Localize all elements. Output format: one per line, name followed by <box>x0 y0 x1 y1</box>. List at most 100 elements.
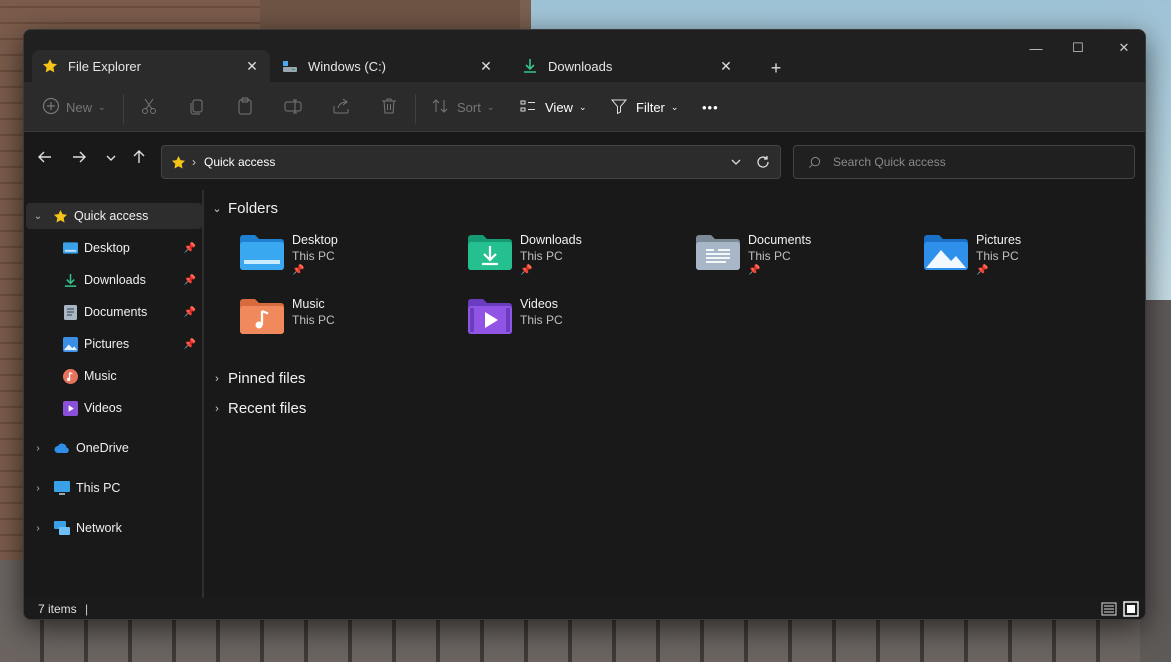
up-button[interactable] <box>126 145 152 173</box>
recent-files-section-header[interactable]: › Recent files <box>210 400 306 417</box>
desktop-folder-icon <box>62 240 78 256</box>
sidebar-item-label: Network <box>76 521 122 535</box>
pin-icon: 📌 <box>183 338 196 350</box>
filter-button[interactable]: Filter ⌄ <box>610 92 678 122</box>
sidebar-item-pictures[interactable]: Pictures 📌 <box>24 331 200 357</box>
view-icon <box>519 97 537 118</box>
maximize-button[interactable]: ☐ <box>1055 34 1101 62</box>
videos-icon <box>62 400 78 416</box>
tiles-view-icon <box>1123 601 1139 617</box>
sidebar-item-this-pc[interactable]: › This PC <box>24 475 200 501</box>
arrow-up-icon <box>131 149 147 169</box>
pinned-files-section-header[interactable]: › Pinned files <box>210 370 305 387</box>
sidebar-item-label: This PC <box>76 481 121 495</box>
sidebar-item-label: Desktop <box>84 241 130 255</box>
new-button[interactable]: New ⌄ <box>42 92 106 122</box>
close-tab-button[interactable]: ✕ <box>474 54 498 78</box>
back-button[interactable] <box>32 145 58 173</box>
desktop-folder-icon <box>240 232 286 272</box>
sidebar-item-label: Quick access <box>74 209 149 223</box>
details-view-button[interactable] <box>1101 601 1117 617</box>
navigation-pane: ⌄ Quick access Desktop 📌 Downloads 📌 Doc… <box>24 190 202 598</box>
plus-circle-icon <box>42 97 60 118</box>
chevron-down-icon[interactable]: ⌄ <box>32 211 44 222</box>
videos-folder-icon <box>468 296 514 336</box>
sort-button[interactable]: Sort ⌄ <box>431 92 494 122</box>
more-options-button[interactable]: ••• <box>702 92 719 122</box>
new-label: New <box>66 99 93 115</box>
chevron-right-icon: › <box>215 372 219 385</box>
tab-windows-c[interactable]: Windows (C:) ✕ <box>272 50 504 82</box>
title-bar: File Explorer ✕ Windows (C:) ✕ Downloads… <box>24 30 1145 82</box>
pin-icon: 📌 <box>183 274 196 286</box>
folder-tile-pictures[interactable]: Pictures This PC 📌 <box>924 232 1144 288</box>
pin-icon: 📌 <box>183 242 196 254</box>
sidebar-item-onedrive[interactable]: › OneDrive <box>24 435 200 461</box>
command-bar: New ⌄ Sort ⌄ View ⌄ Filter ⌄ ••• <box>24 82 1145 132</box>
folder-name: Desktop <box>292 233 338 247</box>
details-view-icon <box>1101 602 1117 616</box>
pictures-icon <box>62 336 78 352</box>
address-bar[interactable]: › Quick access <box>161 145 781 179</box>
sidebar-item-network[interactable]: › Network <box>24 515 200 541</box>
chevron-right-icon[interactable]: › <box>32 483 44 494</box>
folders-section-header[interactable]: ⌄ Folders <box>210 200 278 217</box>
breadcrumb-quick-access[interactable]: Quick access <box>204 155 730 169</box>
delete-button[interactable] <box>380 92 398 122</box>
sidebar-item-documents[interactable]: Documents 📌 <box>24 299 200 325</box>
tab-downloads[interactable]: Downloads ✕ <box>512 50 744 82</box>
paste-button[interactable] <box>236 92 254 122</box>
documents-folder-icon <box>696 232 742 272</box>
folder-location: This PC <box>292 313 335 327</box>
rename-button[interactable] <box>284 92 302 122</box>
chevron-right-icon[interactable]: › <box>32 523 44 534</box>
sidebar-item-downloads[interactable]: Downloads 📌 <box>24 267 200 293</box>
close-window-button[interactable]: ✕ <box>1101 34 1145 62</box>
pin-icon: 📌 <box>183 306 196 318</box>
folder-tile-documents[interactable]: Documents This PC 📌 <box>696 232 916 288</box>
sidebar-item-label: Music <box>84 369 117 383</box>
network-icon <box>54 520 70 536</box>
separator <box>123 94 124 124</box>
download-icon <box>62 272 78 288</box>
forward-button[interactable] <box>66 145 92 173</box>
tab-file-explorer[interactable]: File Explorer ✕ <box>32 50 270 82</box>
chevron-down-icon: ⌄ <box>98 101 106 112</box>
search-box[interactable]: Search Quick access <box>793 145 1135 179</box>
chevron-down-icon: ⌄ <box>486 101 495 112</box>
new-tab-button[interactable]: + <box>766 58 786 78</box>
minimize-button[interactable]: — <box>1013 34 1059 62</box>
cut-button[interactable] <box>140 92 158 122</box>
chevron-down-icon <box>105 151 117 168</box>
folder-tile-videos[interactable]: Videos This PC <box>468 296 688 352</box>
pictures-folder-icon <box>924 232 970 272</box>
address-history-dropdown[interactable] <box>730 156 742 168</box>
close-tab-button[interactable]: ✕ <box>240 54 264 78</box>
pin-icon: 📌 <box>292 265 305 276</box>
sidebar-item-music[interactable]: Music <box>24 363 200 389</box>
share-button[interactable] <box>332 92 350 122</box>
tiles-view-button[interactable] <box>1123 601 1139 617</box>
refresh-button[interactable] <box>756 155 770 169</box>
refresh-icon <box>757 156 769 168</box>
folder-location: This PC <box>520 313 563 327</box>
chevron-right-icon[interactable]: › <box>32 443 44 454</box>
sidebar-item-videos[interactable]: Videos <box>24 395 200 421</box>
rename-icon <box>284 97 302 118</box>
folder-tile-music[interactable]: Music This PC <box>240 296 460 352</box>
close-tab-button[interactable]: ✕ <box>714 54 738 78</box>
star-icon <box>42 58 58 74</box>
sidebar-item-desktop[interactable]: Desktop 📌 <box>24 235 200 261</box>
trash-icon <box>380 97 398 118</box>
view-label: View <box>545 99 573 115</box>
pane-splitter[interactable] <box>202 190 204 598</box>
sidebar-item-label: Documents <box>84 305 148 319</box>
recent-locations-button[interactable] <box>98 145 124 173</box>
folder-tile-desktop[interactable]: Desktop This PC 📌 <box>240 232 460 288</box>
folder-tile-downloads[interactable]: Downloads This PC 📌 <box>468 232 688 288</box>
view-button[interactable]: View ⌄ <box>519 92 587 122</box>
downloads-folder-icon <box>468 232 514 272</box>
sidebar-item-quick-access[interactable]: ⌄ Quick access <box>26 203 202 229</box>
copy-button[interactable] <box>188 92 206 122</box>
tab-label: Downloads <box>548 58 613 74</box>
